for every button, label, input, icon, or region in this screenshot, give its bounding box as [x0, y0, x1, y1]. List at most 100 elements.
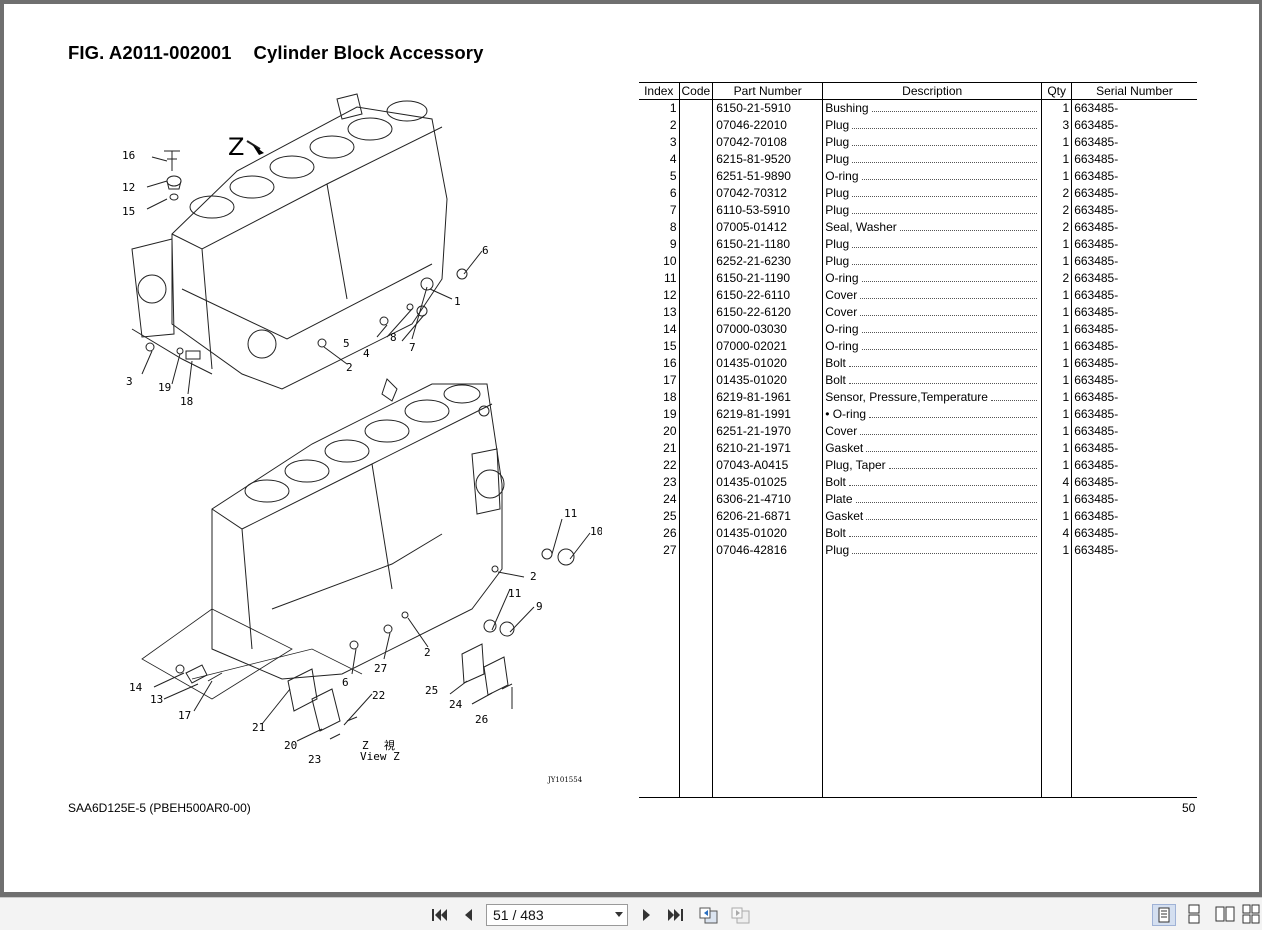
- last-page-icon[interactable]: [667, 906, 685, 924]
- callout: 5: [343, 337, 350, 350]
- dot-leader: [852, 545, 1038, 554]
- table-row: 20 6251-21-1970 Cover 1 663485-: [639, 423, 1197, 440]
- description-text: Plug, Taper: [825, 458, 886, 472]
- cell-part-number: 6150-21-1180: [712, 236, 823, 253]
- cell-code: [678, 287, 713, 304]
- cell-serial-number: 663485-: [1071, 355, 1197, 372]
- table-row: 8 07005-01412 Seal, Washer 2 663485-: [639, 219, 1197, 236]
- dot-leader: [861, 324, 1038, 333]
- dot-leader: [852, 188, 1038, 197]
- cell-code: [678, 236, 713, 253]
- cell-index: 11: [664, 271, 677, 285]
- table-row: 21 6210-21-1971 Gasket 1 663485-: [639, 440, 1197, 457]
- description-text: Plug: [825, 135, 850, 149]
- description-text: Cover: [825, 288, 858, 302]
- cell-description: O-ring: [822, 270, 1042, 287]
- cell-code: [678, 253, 713, 270]
- continuous-page-icon: [1188, 904, 1200, 924]
- previous-page-icon[interactable]: [460, 906, 478, 924]
- callout: 4: [363, 347, 370, 360]
- single-page-view-button[interactable]: [1152, 904, 1176, 926]
- cell-serial-number: 663485-: [1071, 219, 1197, 236]
- table-row: 1 6150-21-5910 Bushing 1 663485-: [639, 99, 1197, 117]
- table-row: 24 6306-21-4710 Plate 1 663485-: [639, 491, 1197, 508]
- cell-description: Plug: [822, 134, 1042, 151]
- cell-qty: 1: [1041, 491, 1072, 508]
- page-number: 50: [1182, 801, 1196, 815]
- cell-qty: 1: [1041, 355, 1072, 372]
- callout: 26: [475, 713, 488, 726]
- cell-qty: 1: [1041, 389, 1072, 406]
- go-forward-view-icon[interactable]: [730, 906, 752, 924]
- facing-view-button[interactable]: [1214, 904, 1238, 926]
- continuous-facing-view-button[interactable]: [1241, 904, 1261, 926]
- dot-leader: [852, 239, 1038, 248]
- dot-leader: [848, 477, 1038, 486]
- first-page-icon[interactable]: [430, 906, 448, 924]
- dot-leader: [848, 528, 1038, 537]
- cell-index: 17: [663, 373, 677, 387]
- cell-serial-number: 663485-: [1071, 321, 1197, 338]
- cell-code: [678, 491, 713, 508]
- callout: 22: [372, 689, 385, 702]
- description-text: Plug: [825, 237, 850, 251]
- cell-qty: 1: [1041, 508, 1072, 525]
- cell-index: 18: [663, 390, 677, 404]
- cell-qty: 1: [1041, 236, 1072, 253]
- cell-description: Bolt: [822, 372, 1042, 389]
- cell-code: [678, 440, 713, 457]
- cell-index: 27: [663, 543, 677, 557]
- header-index: Index: [639, 82, 679, 100]
- table-row: 12 6150-22-6110 Cover 1 663485-: [639, 287, 1197, 304]
- cell-serial-number: 663485-: [1071, 287, 1197, 304]
- cell-qty: 1: [1041, 134, 1072, 151]
- cell-index: 5: [669, 169, 677, 183]
- cell-description: Plug: [822, 253, 1042, 270]
- go-back-view-icon[interactable]: [698, 906, 720, 924]
- cell-description: Bolt: [822, 474, 1042, 491]
- next-page-icon[interactable]: [637, 906, 655, 924]
- cell-description: Seal, Washer: [822, 219, 1042, 236]
- table-row: 11 6150-21-1190 O-ring 2 663485-: [639, 270, 1197, 287]
- cell-index: 7: [669, 203, 677, 217]
- callout: 9: [536, 600, 543, 613]
- table-row: 19 6219-81-1991 • O-ring 1 663485-: [639, 406, 1197, 423]
- header-code: Code: [678, 82, 713, 100]
- cell-part-number: 01435-01020: [712, 372, 823, 389]
- table-row: 9 6150-21-1180 Plug 1 663485-: [639, 236, 1197, 253]
- dot-leader: [860, 307, 1038, 316]
- cell-code: [678, 406, 713, 423]
- cell-index: 20: [663, 424, 677, 438]
- cell-qty: 1: [1041, 406, 1072, 423]
- description-text: Gasket: [825, 441, 864, 455]
- table-row: 6 07042-70312 Plug 2 663485-: [639, 185, 1197, 202]
- cell-code: [678, 423, 713, 440]
- cell-index: 14: [663, 322, 677, 336]
- cell-description: Plug: [822, 542, 1042, 559]
- chevron-down-icon[interactable]: [615, 912, 623, 917]
- page-selector[interactable]: 51 / 483: [486, 904, 628, 926]
- cell-index: 4: [669, 152, 677, 166]
- cell-code: [678, 219, 713, 236]
- table-row: 5 6251-51-9890 O-ring 1 663485-: [639, 168, 1197, 185]
- table-row: 2 07046-22010 Plug 3 663485-: [639, 117, 1197, 134]
- callout: 6: [482, 244, 489, 257]
- dot-leader: [852, 120, 1038, 129]
- callout: 2: [424, 646, 431, 659]
- cell-code: [678, 99, 713, 117]
- header-serial-number: Serial Number: [1071, 82, 1197, 100]
- cell-description: Plug: [822, 185, 1042, 202]
- cell-qty: 2: [1041, 270, 1072, 287]
- dot-leader: [848, 375, 1038, 384]
- continuous-view-button[interactable]: [1183, 904, 1207, 926]
- cell-qty: 4: [1041, 525, 1072, 542]
- table-row: 3 07042-70108 Plug 1 663485-: [639, 134, 1197, 151]
- description-text: O-ring: [825, 322, 859, 336]
- cell-serial-number: 663485-: [1071, 253, 1197, 270]
- dot-leader: [855, 494, 1038, 503]
- callout: 11: [508, 587, 521, 600]
- cell-description: Cover: [822, 287, 1042, 304]
- cell-serial-number: 663485-: [1071, 151, 1197, 168]
- cell-part-number: 6150-21-1190: [712, 270, 823, 287]
- cell-qty: 1: [1041, 457, 1072, 474]
